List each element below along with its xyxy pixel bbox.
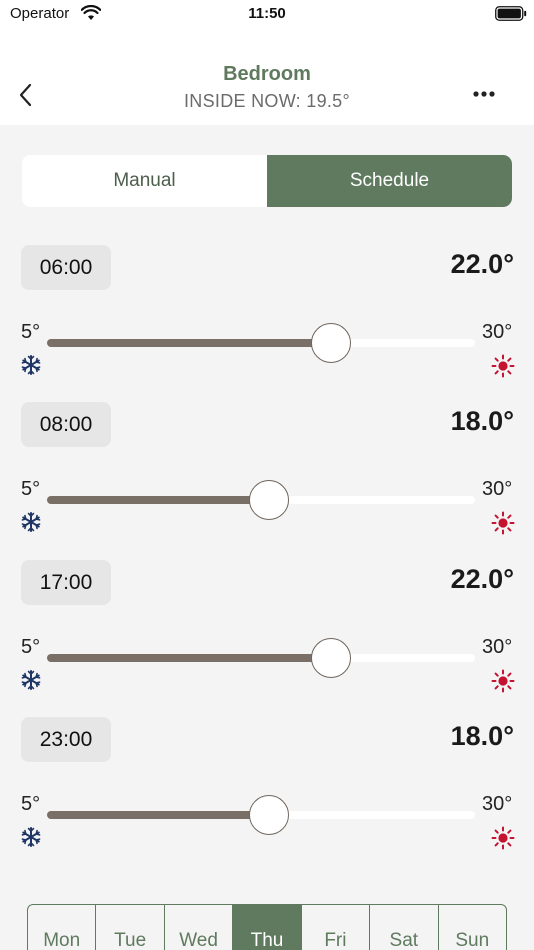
more-options-icon[interactable] xyxy=(470,85,498,103)
slider-min-label: 5° xyxy=(21,478,41,500)
status-bar: Operator 11:50 xyxy=(0,0,534,30)
setpoint-value: 22.0° xyxy=(450,249,514,279)
slider-max-label: 30° xyxy=(482,478,513,500)
page-title: Bedroom xyxy=(223,63,311,85)
schedule-row: 23:00 18.0° 5° 30° xyxy=(0,717,534,857)
sun-icon xyxy=(491,826,515,850)
sun-icon xyxy=(491,669,515,693)
tab-day[interactable]: Wed xyxy=(165,905,234,950)
sun-icon xyxy=(491,354,515,378)
tab-schedule[interactable]: Schedule xyxy=(267,155,512,207)
schedule-row: 08:00 18.0° 5° 30° xyxy=(0,402,534,542)
slider-min-label: 5° xyxy=(21,636,41,658)
inside-temperature: INSIDE NOW: 19.5° xyxy=(183,91,350,111)
snowflake-icon xyxy=(21,355,41,375)
sun-icon xyxy=(491,511,515,535)
tab-day[interactable]: Mon xyxy=(28,905,97,950)
slider-fill xyxy=(47,811,269,819)
temperature-slider-track[interactable] xyxy=(47,339,475,347)
slider-max-label: 30° xyxy=(482,321,513,343)
snowflake-icon xyxy=(21,670,41,690)
battery-icon xyxy=(495,6,527,21)
nav-header: Bedroom INSIDE NOW: 19.5° xyxy=(0,30,534,125)
schedule-row: 17:00 22.0° 5° 30° xyxy=(0,560,534,700)
slider-fill xyxy=(47,496,269,504)
snowflake-icon xyxy=(21,827,41,847)
snowflake-icon xyxy=(21,512,41,532)
time-pill[interactable]: 06:00 xyxy=(21,245,111,290)
clock: 11:50 xyxy=(248,5,286,22)
slider-fill xyxy=(47,654,331,662)
time-pill[interactable]: 08:00 xyxy=(21,402,111,447)
slider-fill xyxy=(47,339,331,347)
mode-segmented-control: Manual Schedule xyxy=(22,155,512,207)
tab-day[interactable]: Sat xyxy=(370,905,439,950)
tab-day[interactable]: Thu xyxy=(233,905,302,950)
schedule-row: 06:00 22.0° 5° 30° xyxy=(0,245,534,385)
slider-thumb[interactable] xyxy=(248,480,289,520)
slider-max-label: 30° xyxy=(482,793,513,815)
slider-max-label: 30° xyxy=(482,636,513,658)
setpoint-value: 18.0° xyxy=(450,406,514,436)
slider-thumb[interactable] xyxy=(310,323,351,363)
day-tabs: Mon Tue Wed Thu Fri Sat Sun xyxy=(27,904,507,950)
slider-min-label: 5° xyxy=(21,321,41,343)
tab-day[interactable]: Tue xyxy=(96,905,165,950)
tab-day[interactable]: Sun xyxy=(439,905,506,950)
temperature-slider-track[interactable] xyxy=(47,654,475,662)
slider-min-label: 5° xyxy=(21,793,41,815)
setpoint-value: 18.0° xyxy=(450,721,514,751)
time-pill[interactable]: 23:00 xyxy=(21,717,111,762)
tab-manual[interactable]: Manual xyxy=(22,155,267,207)
slider-thumb[interactable] xyxy=(248,795,289,835)
setpoint-value: 22.0° xyxy=(450,564,514,594)
tab-day[interactable]: Fri xyxy=(302,905,371,950)
time-pill[interactable]: 17:00 xyxy=(21,560,111,605)
slider-thumb[interactable] xyxy=(310,638,351,678)
